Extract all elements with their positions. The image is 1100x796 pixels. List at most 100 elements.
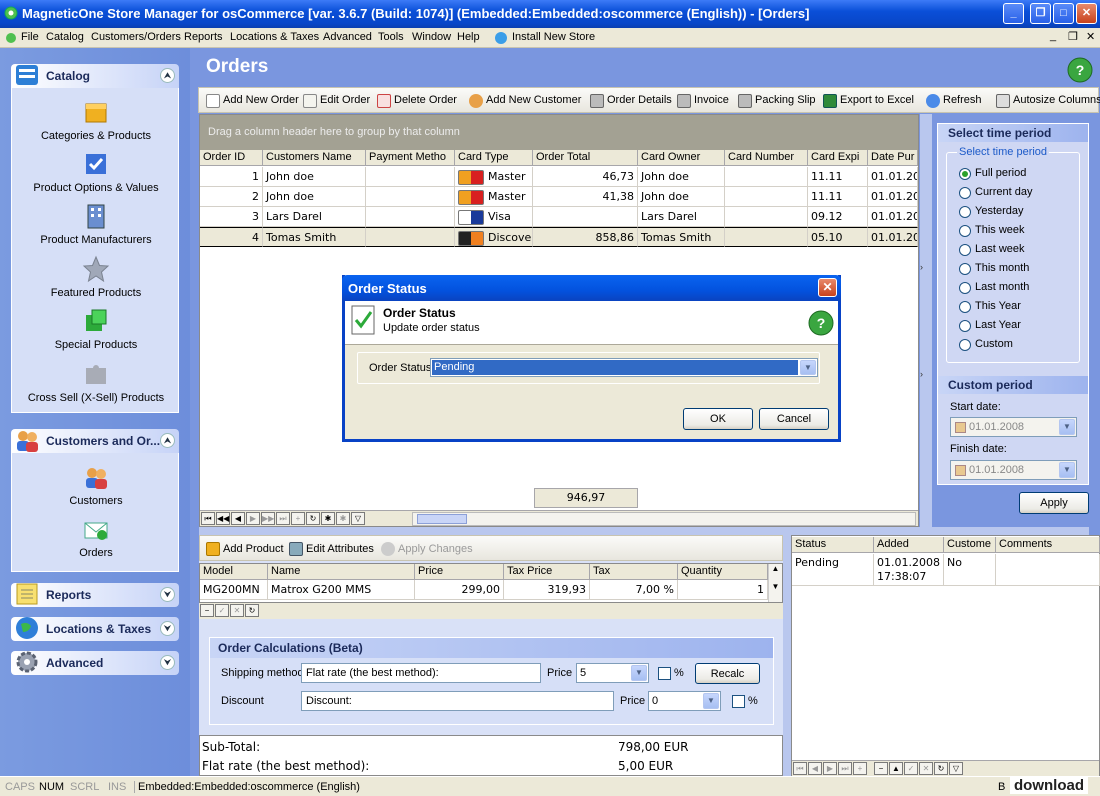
column-header-date-purchased[interactable]: Date Pur — [868, 150, 918, 166]
orders-cell-owner[interactable]: John doe — [638, 167, 725, 187]
post-edit-button[interactable]: ✓ — [215, 604, 229, 617]
product-model-cell[interactable]: MG200MN — [200, 580, 268, 600]
orders-cell-name[interactable]: John doe — [263, 187, 366, 207]
mdi-minimize-button[interactable]: _ — [1050, 30, 1056, 42]
column-header-tax[interactable]: Tax — [590, 564, 678, 580]
chevron-down-icon[interactable]: ▼ — [1059, 419, 1075, 435]
sidebar-item-special-products[interactable]: Special Products — [12, 307, 180, 351]
orders-cell-card-type[interactable]: Master — [455, 167, 533, 187]
radio-full-period[interactable] — [959, 168, 971, 180]
menu-help[interactable]: Help — [457, 31, 480, 43]
column-header-name[interactable]: Name — [268, 564, 415, 580]
chevron-down-icon[interactable]: ▼ — [800, 360, 816, 375]
filter-icon[interactable]: ▽ — [949, 762, 963, 775]
start-date-picker[interactable]: 01.01.2008 ▼ — [950, 417, 1077, 437]
first-record-button[interactable]: ⏮ — [201, 512, 215, 525]
menu-window[interactable]: Window — [412, 31, 451, 43]
orders-cell-id[interactable]: 1 — [200, 167, 263, 187]
orders-cell-name[interactable]: John doe — [263, 167, 366, 187]
orders-cell-number[interactable] — [725, 187, 808, 207]
chevron-down-icon[interactable]: ▼ — [703, 693, 719, 709]
cancel-button[interactable]: ✕ — [919, 762, 933, 775]
export-to-excel-button[interactable]: Export to Excel — [840, 94, 914, 106]
orders-cell-payment[interactable] — [366, 207, 455, 227]
orders-cell-date[interactable]: 01.01.20 — [868, 187, 918, 207]
prev-record-button[interactable]: ◀ — [231, 512, 245, 525]
menu-tools[interactable]: Tools — [378, 31, 404, 43]
radio-last-year[interactable] — [959, 320, 971, 332]
column-header-customer-notified[interactable]: Custome — [944, 537, 996, 553]
next-page-button[interactable]: ▶▶ — [261, 512, 275, 525]
help-icon[interactable]: ? — [807, 309, 835, 337]
maximize-button[interactable]: □ — [1053, 3, 1074, 24]
horizontal-scrollbar[interactable] — [412, 512, 916, 526]
history-comments-cell[interactable] — [996, 554, 1100, 586]
cancel-button[interactable]: Cancel — [759, 408, 829, 430]
radio-yesterday[interactable] — [959, 206, 971, 218]
refresh-grid-button[interactable]: ↻ — [306, 512, 320, 525]
radio-this-week[interactable] — [959, 225, 971, 237]
radio-this-year[interactable] — [959, 301, 971, 313]
help-icon[interactable]: ? — [1066, 56, 1094, 84]
product-tax-cell[interactable]: 7,00 % — [590, 580, 678, 600]
orders-cell-date[interactable]: 01.01.20 — [868, 227, 918, 247]
column-header-card-type[interactable]: Card Type — [455, 150, 533, 166]
history-customer-cell[interactable]: No — [944, 554, 996, 586]
splitter-arrow-icon[interactable]: › — [920, 262, 923, 272]
edit-attributes-button[interactable]: Edit Attributes — [306, 543, 374, 555]
column-header-added[interactable]: Added — [874, 537, 944, 553]
delete-product-button[interactable]: − — [200, 604, 214, 617]
apply-changes-button[interactable]: Apply Changes — [398, 543, 473, 555]
sidebar-item-categories-products[interactable]: Categories & Products — [12, 98, 180, 142]
add-product-button[interactable]: Add Product — [223, 543, 284, 555]
sidebar-item-cross-sell[interactable]: Cross Sell (X-Sell) Products — [12, 360, 180, 404]
locations-panel-header[interactable]: Locations & Taxes ⮟ — [11, 617, 179, 641]
prev-record-button[interactable]: ◀ — [808, 762, 822, 775]
ok-button[interactable]: OK — [683, 408, 753, 430]
chevron-down-icon[interactable]: ⮟ — [160, 621, 175, 636]
sidebar-item-customers[interactable]: Customers — [12, 463, 180, 507]
delete-order-button[interactable]: Delete Order — [394, 94, 457, 106]
sidebar-item-orders[interactable]: Orders — [12, 515, 180, 559]
asterisk-button[interactable]: ✱ — [321, 512, 335, 525]
orders-cell-total[interactable] — [533, 207, 638, 227]
next-record-button[interactable]: ▶ — [246, 512, 260, 525]
discount-price-select[interactable]: 0 ▼ — [648, 691, 721, 711]
mdi-close-button[interactable]: ✕ — [1086, 30, 1095, 43]
insert-button[interactable]: + — [853, 762, 867, 775]
orders-cell-owner[interactable]: Tomas Smith — [638, 227, 725, 247]
orders-cell-expiry[interactable]: 09.12 — [808, 207, 868, 227]
sidebar-item-manufacturers[interactable]: Product Manufacturers — [12, 202, 180, 246]
minimize-button[interactable]: _ — [1003, 3, 1024, 24]
product-tax-price-cell[interactable]: 319,93 — [504, 580, 590, 600]
discount-input[interactable]: Discount: — [301, 691, 614, 711]
product-name-cell[interactable]: Matrox G200 MMS — [268, 580, 415, 600]
reports-panel-header[interactable]: Reports ⮟ — [11, 583, 179, 607]
radio-custom[interactable] — [959, 339, 971, 351]
products-vertical-scrollbar[interactable]: ▲ ▼ — [768, 564, 782, 602]
add-new-customer-button[interactable]: Add New Customer — [486, 94, 581, 106]
radio-label[interactable]: This Year — [975, 300, 1021, 312]
dialog-close-button[interactable]: ✕ — [818, 278, 837, 297]
prev-page-button[interactable]: ◀◀ — [216, 512, 230, 525]
column-header-comments[interactable]: Comments — [996, 537, 1100, 553]
autosize-columns-button[interactable]: Autosize Columns — [1013, 94, 1100, 106]
orders-cell-name[interactable]: Lars Darel — [263, 207, 366, 227]
menu-file[interactable]: File — [21, 31, 39, 43]
radio-label[interactable]: Current day — [975, 186, 1032, 198]
orders-cell-id[interactable]: 4 — [200, 227, 263, 247]
group-by-area[interactable]: Drag a column header here to group by th… — [200, 115, 918, 150]
orders-cell-date[interactable]: 01.01.20 — [868, 207, 918, 227]
finish-date-picker[interactable]: 01.01.2008 ▼ — [950, 460, 1077, 480]
history-status-cell[interactable]: Pending — [792, 554, 874, 586]
orders-cell-number[interactable] — [725, 227, 808, 247]
column-header-status[interactable]: Status — [792, 537, 874, 553]
refresh-products-button[interactable]: ↻ — [245, 604, 259, 617]
sidebar-item-product-options[interactable]: Product Options & Values — [12, 150, 180, 194]
radio-last-month[interactable] — [959, 282, 971, 294]
shipping-percent-checkbox[interactable] — [658, 667, 671, 680]
orders-cell-card-type[interactable]: Discove — [455, 227, 533, 247]
orders-cell-owner[interactable]: Lars Darel — [638, 207, 725, 227]
orders-cell-total[interactable]: 41,38 — [533, 187, 638, 207]
catalog-panel-header[interactable]: Catalog ⮝ — [11, 64, 179, 88]
